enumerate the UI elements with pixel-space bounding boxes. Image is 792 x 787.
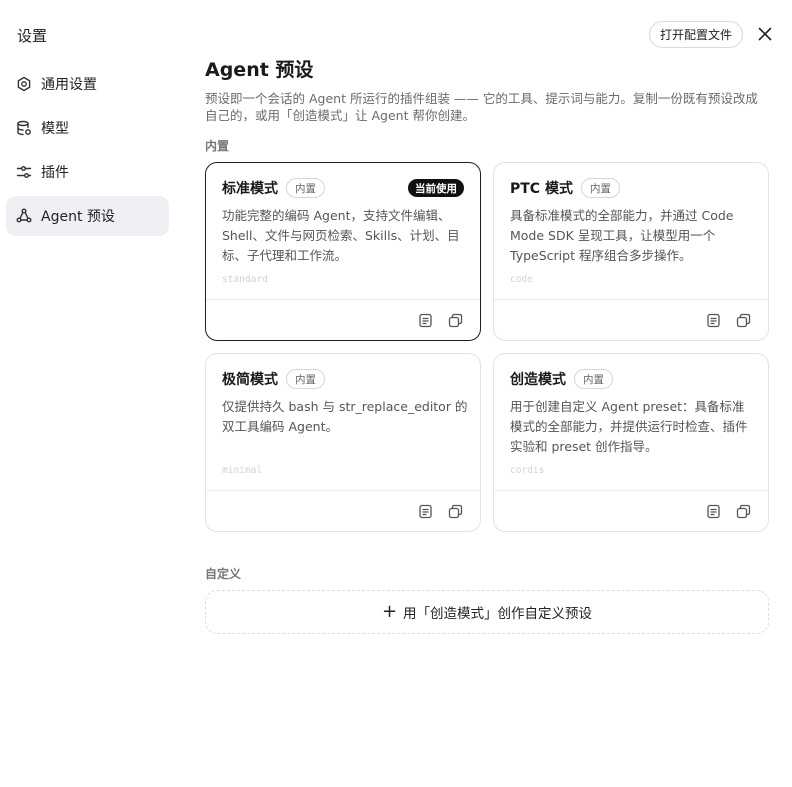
preset-card-standard[interactable]: 标准模式 内置 当前使用 功能完整的编码 Agent，支持文件编辑、Shell、… (205, 162, 481, 341)
copy-icon (448, 504, 462, 518)
card-footer (494, 490, 768, 531)
settings-window: 设置 通用设置 模型 插件 Agent 预设 打开配置文件 Agent 预设 预… (0, 0, 792, 787)
sidebar-title: 设置 (17, 27, 48, 45)
copy-icon (736, 313, 750, 327)
view-preset-button[interactable] (416, 311, 434, 329)
view-preset-button[interactable] (704, 502, 722, 520)
card-header: 标准模式 内置 当前使用 (222, 177, 464, 199)
card-footer (494, 299, 768, 340)
preset-description: 功能完整的编码 Agent，支持文件编辑、Shell、文件与网页检索、Skill… (222, 208, 460, 263)
preset-id: standard (222, 274, 268, 285)
sidebar: 设置 通用设置 模型 插件 Agent 预设 (0, 0, 180, 787)
plus-icon: + (381, 601, 398, 622)
card-header: PTC 模式 内置 (510, 177, 752, 199)
preset-description: 仅提供持久 bash 与 str_replace_editor 的双工具编码 A… (222, 399, 468, 434)
page-title: Agent 预设 (205, 59, 314, 81)
close-button[interactable] (755, 24, 775, 44)
create-custom-preset-label: 用「创造模式」创作自定义预设 (403, 606, 593, 622)
card-footer (206, 299, 480, 340)
preset-card-minimal[interactable]: 极简模式 内置 仅提供持久 bash 与 str_replace_editor … (205, 353, 481, 532)
open-config-button[interactable]: 打开配置文件 (649, 21, 743, 48)
sidebar-item-label: 模型 (41, 121, 69, 137)
gear-icon (16, 76, 32, 92)
preset-id: cordis (510, 465, 545, 476)
view-preset-button[interactable] (704, 311, 722, 329)
sidebar-item-label: Agent 预设 (41, 209, 115, 225)
preset-id: code (510, 274, 533, 285)
sidebar-item-models[interactable]: 模型 (6, 108, 169, 148)
sidebar-item-agent-presets[interactable]: Agent 预设 (6, 196, 169, 236)
sidebar-nav: 通用设置 模型 插件 Agent 预设 (6, 64, 169, 240)
builtin-badge: 内置 (574, 369, 613, 389)
copy-preset-button[interactable] (446, 502, 464, 520)
sidebar-item-label: 通用设置 (41, 77, 97, 93)
copy-icon (736, 504, 750, 518)
builtin-badge: 内置 (286, 178, 325, 198)
preset-card-cordis[interactable]: 创造模式 内置 用于创建自定义 Agent preset：具备标准模式的全部能力… (493, 353, 769, 532)
preset-description: 具备标准模式的全部能力，并通过 Code Mode SDK 呈现工具，让模型用一… (510, 208, 734, 263)
sidebar-item-plugins[interactable]: 插件 (6, 152, 169, 192)
card-footer (206, 490, 480, 531)
preset-title: 极简模式 (222, 372, 278, 388)
document-icon (418, 313, 432, 327)
custom-section-label: 自定义 (205, 567, 242, 581)
card-header: 创造模式 内置 (510, 368, 752, 390)
builtin-badge: 内置 (286, 369, 325, 389)
page-description: 预设即一个会话的 Agent 所运行的插件组装 —— 它的工具、提示词与能力。复… (205, 91, 758, 123)
copy-preset-button[interactable] (734, 502, 752, 520)
preset-card-code[interactable]: PTC 模式 内置 具备标准模式的全部能力，并通过 Code Mode SDK … (493, 162, 769, 341)
copy-preset-button[interactable] (446, 311, 464, 329)
builtin-section-label: 内置 (205, 139, 230, 153)
document-icon (418, 504, 432, 518)
current-badge: 当前使用 (408, 179, 464, 197)
builtin-badge: 内置 (580, 178, 620, 198)
preset-title: PTC 模式 (510, 181, 573, 197)
sliders-icon (16, 164, 32, 180)
create-custom-preset-button[interactable]: + 用「创造模式」创作自定义预设 (205, 590, 769, 634)
preset-id: minimal (222, 465, 263, 476)
copy-preset-button[interactable] (734, 311, 752, 329)
document-icon (706, 313, 720, 327)
preset-title: 创造模式 (510, 372, 566, 388)
document-icon (706, 504, 720, 518)
sidebar-item-general[interactable]: 通用设置 (6, 64, 169, 104)
view-preset-button[interactable] (416, 502, 434, 520)
card-header: 极简模式 内置 (222, 368, 464, 390)
close-icon (758, 27, 772, 41)
preset-description: 用于创建自定义 Agent preset：具备标准模式的全部能力，并提供运行时检… (510, 399, 748, 454)
copy-icon (448, 313, 462, 327)
nodes-icon (16, 208, 32, 224)
sidebar-item-label: 插件 (41, 165, 69, 181)
preset-title: 标准模式 (222, 181, 278, 197)
database-icon (16, 120, 32, 136)
